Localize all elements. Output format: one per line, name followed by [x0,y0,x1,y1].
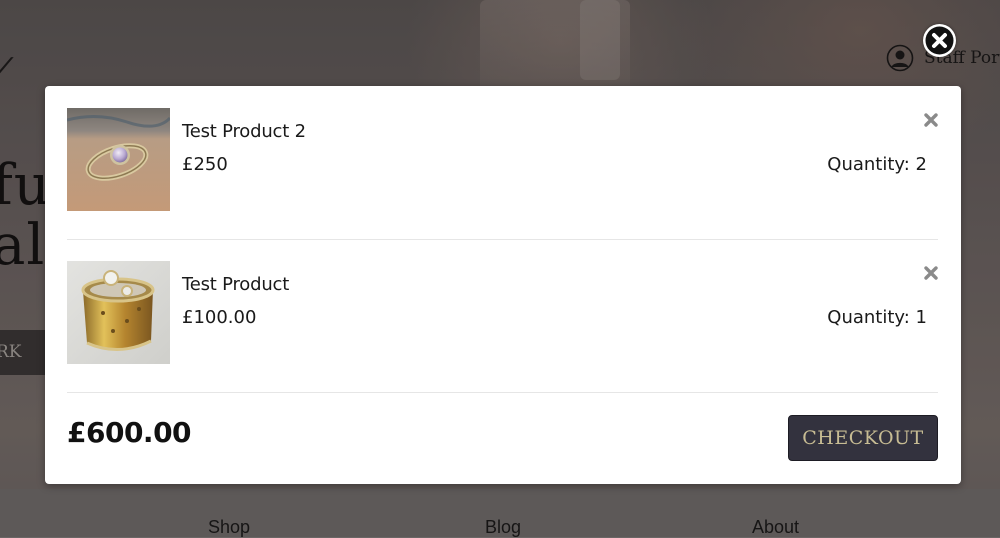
cart-item: Test Product 2 £250 Quantity: 2 [67,86,938,240]
close-circle-icon [925,26,954,55]
cart-item-quantity: Quantity: 2 [827,154,927,175]
cart-item-quantity: Quantity: 1 [827,307,927,328]
modal-close-button[interactable] [923,24,956,57]
cart-item-name[interactable]: Test Product 2 [182,121,306,142]
ring-amethyst-image [67,108,170,211]
close-icon[interactable] [924,266,938,280]
cart-item-price: £100.00 [182,307,257,328]
close-icon[interactable] [924,113,938,127]
ring-gold-band-image [67,261,170,364]
cart-total: £600.00 [67,416,192,449]
cart-item-name[interactable]: Test Product [182,274,289,295]
cart-item-price: £250 [182,154,228,175]
checkout-button[interactable]: CHECKOUT [788,415,938,461]
cart-item: Test Product £100.00 Quantity: 1 [67,239,938,393]
cart-modal: Test Product 2 £250 Quantity: 2 Test Pro… [45,86,961,484]
